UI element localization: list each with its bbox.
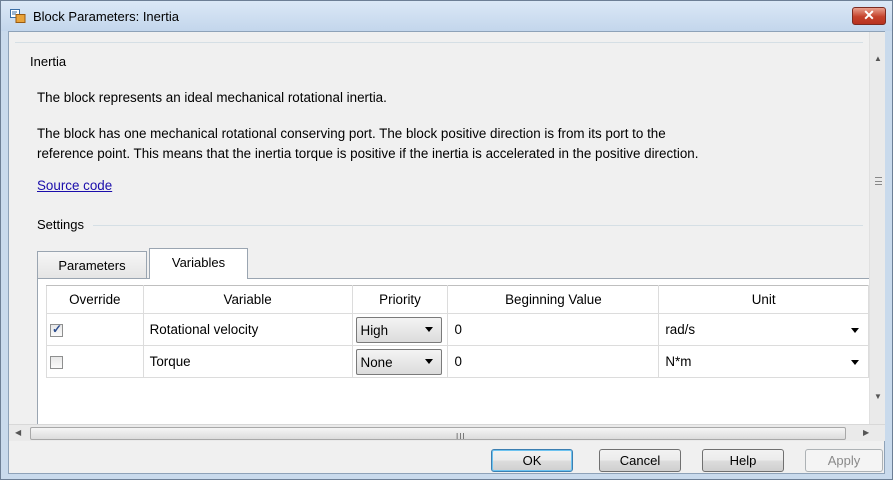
horizontal-scrollbar[interactable]: ◀ III ▶ bbox=[9, 424, 885, 441]
description-group-title: Inertia bbox=[30, 54, 71, 69]
scroll-right-icon[interactable]: ▶ bbox=[863, 428, 869, 437]
dialog-body: Inertia The block represents an ideal me… bbox=[8, 31, 885, 474]
description-line-2: The block has one mechanical rotational … bbox=[37, 126, 666, 141]
vertical-scrollbar[interactable]: ▲ ▼ bbox=[869, 32, 885, 424]
source-code-link[interactable]: Source code bbox=[37, 178, 112, 193]
priority-dropdown-rotational-velocity[interactable]: High bbox=[355, 316, 442, 343]
description-line-3: reference point. This means that the ine… bbox=[37, 146, 699, 161]
help-button[interactable]: Help bbox=[702, 449, 784, 472]
scroll-grip-icon[interactable] bbox=[875, 177, 882, 185]
horizontal-scroll-thumb[interactable]: III bbox=[30, 427, 846, 441]
settings-group-title: Settings bbox=[37, 217, 84, 232]
close-button[interactable]: ✕ bbox=[852, 7, 886, 25]
scroll-grip-icon: III bbox=[456, 432, 466, 441]
variables-table: Override Variable Priority Beginning Val… bbox=[46, 285, 869, 378]
column-header-override[interactable]: Override bbox=[46, 285, 144, 314]
priority-value: None bbox=[360, 354, 393, 370]
simulink-block-icon bbox=[10, 9, 26, 23]
unit-value: rad/s bbox=[665, 322, 696, 337]
tab-parameters[interactable]: Parameters bbox=[37, 251, 147, 279]
description-line-1: The block represents an ideal mechanical… bbox=[37, 90, 387, 105]
unit-dropdown-torque[interactable]: N*m bbox=[658, 345, 869, 378]
beginning-value-input[interactable]: 0 bbox=[447, 313, 660, 346]
description-panel: Inertia The block represents an ideal me… bbox=[9, 32, 869, 204]
dropdown-arrow-icon bbox=[851, 360, 859, 365]
beginning-value-input[interactable]: 0 bbox=[447, 345, 660, 378]
column-header-unit[interactable]: Unit bbox=[658, 285, 869, 314]
table-row: Rotational velocity High 0 rad/s bbox=[46, 313, 869, 346]
title-bar[interactable]: Block Parameters: Inertia ✕ bbox=[1, 1, 892, 31]
scroll-down-icon[interactable]: ▼ bbox=[874, 392, 882, 401]
variable-name: Rotational velocity bbox=[142, 313, 353, 346]
dropdown-arrow-icon bbox=[424, 358, 433, 364]
table-row: Torque None 0 N*m bbox=[46, 345, 869, 378]
variables-tab-panel: Override Variable Priority Beginning Val… bbox=[37, 278, 869, 424]
cancel-button[interactable]: Cancel bbox=[599, 449, 681, 472]
priority-dropdown-torque[interactable]: None bbox=[355, 348, 442, 375]
ok-button[interactable]: OK bbox=[491, 449, 573, 472]
column-header-variable[interactable]: Variable bbox=[142, 285, 353, 314]
scroll-left-icon[interactable]: ◀ bbox=[15, 428, 21, 437]
window-title: Block Parameters: Inertia bbox=[33, 9, 179, 24]
priority-value: High bbox=[360, 322, 389, 338]
dropdown-arrow-icon bbox=[851, 328, 859, 333]
apply-button[interactable]: Apply bbox=[805, 449, 883, 472]
unit-dropdown-rotational-velocity[interactable]: rad/s bbox=[658, 313, 869, 346]
variable-name: Torque bbox=[142, 345, 353, 378]
dropdown-arrow-icon bbox=[424, 326, 433, 332]
scroll-up-icon[interactable]: ▲ bbox=[874, 54, 882, 63]
tab-variables[interactable]: Variables bbox=[149, 248, 248, 279]
settings-divider bbox=[93, 225, 863, 226]
column-header-beginning-value[interactable]: Beginning Value bbox=[447, 285, 660, 314]
override-checkbox-rotational-velocity[interactable] bbox=[50, 322, 63, 337]
column-header-priority[interactable]: Priority bbox=[351, 285, 449, 314]
unit-value: N*m bbox=[665, 354, 692, 369]
description-group-border bbox=[15, 42, 863, 202]
block-parameters-dialog: Block Parameters: Inertia ✕ Inertia The … bbox=[0, 0, 893, 480]
override-checkbox-torque[interactable] bbox=[50, 355, 63, 369]
